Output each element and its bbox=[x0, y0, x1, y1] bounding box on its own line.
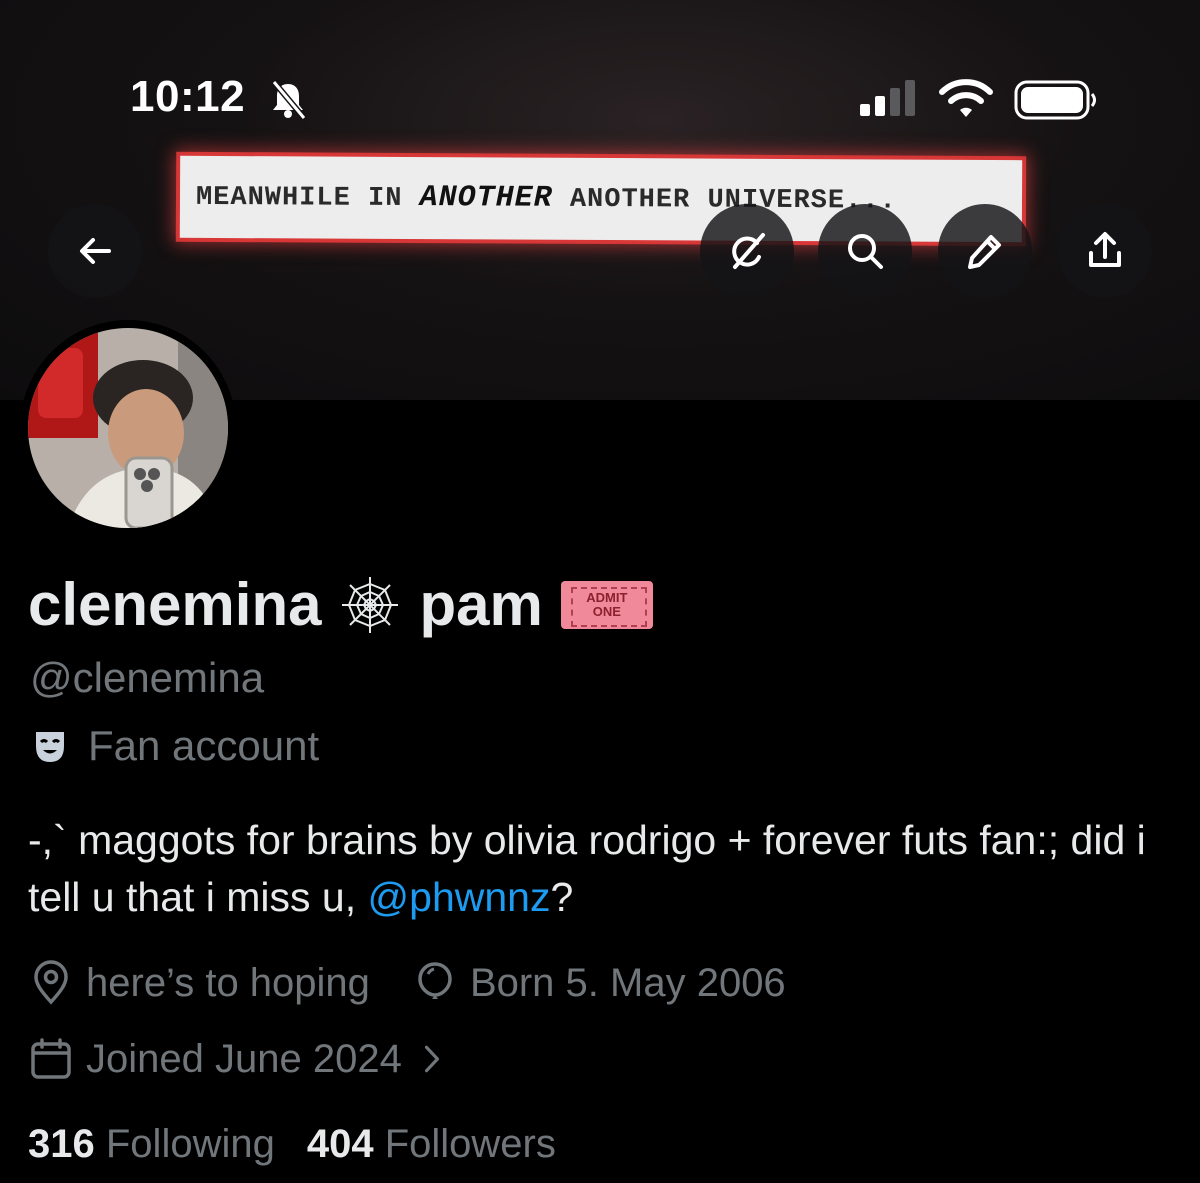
cellular-signal-icon bbox=[860, 80, 915, 116]
avatar[interactable] bbox=[20, 320, 236, 536]
handle: @clenemina bbox=[30, 654, 265, 701]
profile-meta-row: here’s to hoping Born 5. May 2006 bbox=[28, 960, 828, 1006]
caption-emphasis: ANOTHER bbox=[419, 181, 553, 216]
back-button[interactable] bbox=[48, 204, 142, 298]
followers-link[interactable]: 404 Followers bbox=[307, 1122, 556, 1167]
category-text: Fan account bbox=[88, 722, 320, 769]
chevron-right-icon bbox=[424, 1045, 439, 1073]
search-button[interactable] bbox=[818, 204, 912, 298]
joined-text: Joined June 2024 bbox=[86, 1036, 402, 1081]
following-link[interactable]: 316 Following bbox=[28, 1122, 275, 1167]
ticket-emoji-icon: ADMIT ONE bbox=[560, 580, 653, 629]
following-label: Following bbox=[105, 1122, 275, 1166]
share-button[interactable] bbox=[1058, 204, 1152, 298]
following-count: 316 bbox=[28, 1122, 95, 1166]
birthday: Born 5. May 2006 bbox=[412, 960, 786, 1006]
followers-label: Followers bbox=[384, 1122, 556, 1166]
joined-row[interactable]: Joined June 2024 bbox=[28, 1036, 492, 1082]
balloon-icon bbox=[418, 962, 452, 999]
wifi-icon bbox=[939, 79, 993, 117]
grok-button[interactable] bbox=[700, 204, 794, 298]
battery-icon bbox=[1014, 80, 1096, 120]
avatar-image bbox=[28, 328, 228, 528]
bell-slash-icon bbox=[271, 80, 307, 120]
display-name-first: clenemina bbox=[28, 571, 322, 638]
follow-stats: 316 Following 404 Followers bbox=[28, 1122, 556, 1167]
search-icon bbox=[848, 234, 883, 269]
banner-caption-text: MEANWHILE IN ANOTHER ANOTHER UNIVERSE... bbox=[196, 180, 897, 218]
followers-count: 404 bbox=[306, 1122, 374, 1166]
display-name: clenemina pam ADMIT ONE bbox=[28, 570, 653, 639]
caption-prefix: MEANWHILE IN bbox=[195, 182, 420, 215]
location: here’s to hoping bbox=[28, 960, 370, 1006]
edit-button[interactable] bbox=[938, 204, 1032, 298]
category-label: Fan account bbox=[30, 722, 319, 770]
bio-text: -,` maggots for brains by olivia rodrigo… bbox=[28, 817, 1146, 920]
joined-date[interactable]: Joined June 2024 bbox=[28, 1036, 450, 1082]
grok-icon bbox=[732, 233, 765, 269]
spider-web-emoji-icon bbox=[342, 576, 399, 633]
birthday-text: Born 5. May 2006 bbox=[469, 960, 786, 1005]
edit-icon bbox=[968, 235, 1001, 269]
bio: -,` maggots for brains by olivia rodrigo… bbox=[28, 812, 1178, 926]
bio-end: ? bbox=[550, 874, 574, 920]
calendar-icon bbox=[31, 1038, 71, 1079]
theater-masks-icon bbox=[36, 732, 64, 762]
arrow-left-icon bbox=[80, 238, 111, 264]
display-name-second: pam bbox=[419, 571, 543, 638]
share-icon bbox=[1089, 232, 1121, 267]
location-text: here’s to hoping bbox=[86, 960, 370, 1005]
status-time: 10:12 bbox=[130, 72, 246, 121]
location-pin-icon bbox=[34, 960, 68, 1005]
bio-mention-link[interactable]: @phwnnz bbox=[368, 874, 551, 920]
